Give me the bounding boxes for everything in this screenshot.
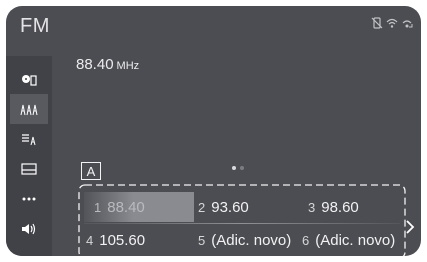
preset-value: (Adic. novo) — [211, 231, 292, 249]
preset-button-2[interactable]: 2 93.60 — [198, 192, 249, 222]
preset-number: 1 — [94, 199, 102, 215]
callout-label: A — [81, 162, 101, 180]
screen-layout-icon[interactable] — [10, 154, 48, 184]
status-bar — [371, 17, 413, 32]
preset-button-3[interactable]: 3 98.60 — [308, 192, 359, 222]
source-title: FM — [20, 15, 50, 37]
frequency-display: 88.40 MHz — [76, 56, 139, 73]
more-options-icon[interactable] — [10, 184, 48, 214]
preset-value: 88.40 — [107, 198, 145, 216]
browse-list-icon[interactable] — [10, 124, 48, 154]
page-dot-2 — [240, 166, 244, 170]
page-dot-1 — [232, 166, 236, 170]
frequency-value: 88.40 — [76, 56, 114, 73]
preset-number: 5 — [198, 232, 206, 248]
preset-row-divider — [84, 223, 400, 224]
next-page-button[interactable] — [403, 214, 417, 240]
preset-number: 6 — [302, 232, 310, 248]
source-disc-icon[interactable] — [10, 64, 48, 94]
preset-value: (Adic. novo) — [315, 231, 396, 249]
volume-icon[interactable] — [10, 214, 48, 244]
preset-number: 2 — [198, 199, 206, 215]
station-list-icon[interactable] — [10, 94, 48, 124]
sidebar — [6, 56, 52, 256]
chevron-right-icon — [406, 220, 415, 234]
phone-disabled-icon — [371, 17, 383, 32]
preset-number: 3 — [308, 199, 316, 215]
preset-number: 4 — [86, 232, 94, 248]
wifi-icon — [386, 17, 398, 32]
preset-value: 98.60 — [321, 198, 359, 216]
page-indicator — [232, 166, 244, 170]
audio-screen: FM 88.40 MHz A 1 88.40 2 93.60 3 98.60 4… — [6, 6, 421, 256]
preset-button-6[interactable]: 6 (Adic. novo) — [302, 225, 395, 255]
preset-value: 93.60 — [211, 198, 249, 216]
preset-button-5[interactable]: 5 (Adic. novo) — [198, 225, 291, 255]
frequency-unit: MHz — [116, 60, 140, 72]
preset-button-4[interactable]: 4 105.60 — [86, 225, 145, 255]
preset-area: 1 88.40 2 93.60 3 98.60 4 105.60 5 (Adic… — [78, 183, 406, 256]
signal-icon — [401, 17, 413, 32]
preset-value: 105.60 — [99, 231, 146, 249]
preset-button-1[interactable]: 1 88.40 — [84, 192, 194, 222]
